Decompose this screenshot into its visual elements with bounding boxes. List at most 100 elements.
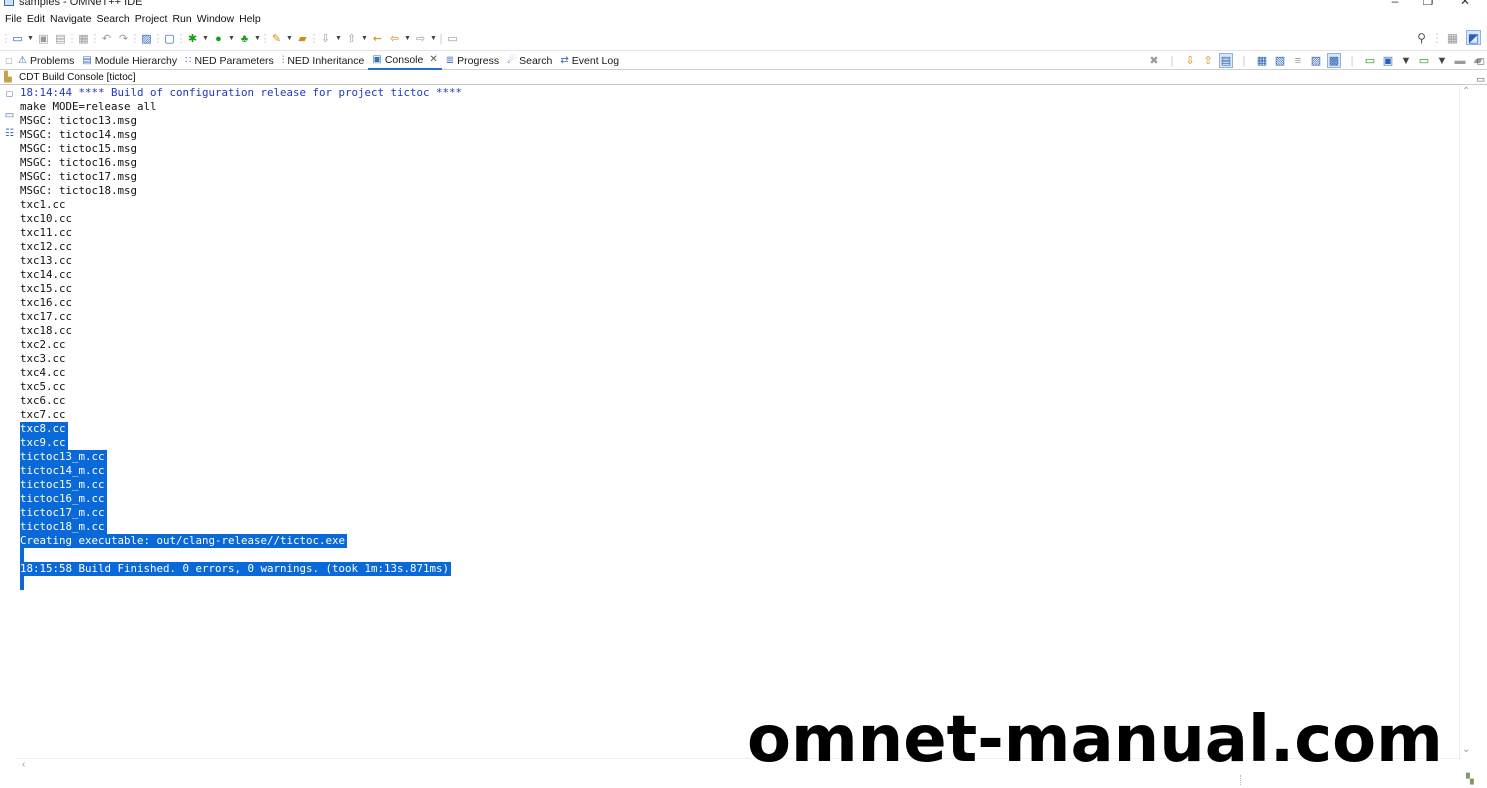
menu-navigate[interactable]: Navigate [50, 11, 96, 27]
restore-icon[interactable]: ▢ [1473, 54, 1487, 69]
previous-annotation-icon[interactable]: ⇧ [344, 31, 359, 46]
external-tools-icon[interactable]: ✎ [269, 31, 284, 46]
separator-icon: | [439, 32, 443, 45]
run-dropdown-icon[interactable]: ▼ [228, 31, 235, 46]
minimize-view-icon[interactable]: ▬ [1453, 53, 1467, 68]
back-icon[interactable]: ⇦ [387, 31, 402, 46]
tab-ned-parameters[interactable]: ∷ NED Parameters [181, 52, 278, 70]
copy-console-icon[interactable]: ▦ [1255, 53, 1269, 68]
ned-parameters-icon: ∷ [185, 55, 192, 66]
ned-inheritance-icon: ⫶ [281, 55, 285, 66]
next-annotation-dropdown-icon[interactable]: ▼ [335, 31, 342, 46]
console-line: txc13.cc [17, 254, 1456, 268]
scroll-down-icon[interactable]: ⌄ [1462, 744, 1470, 755]
menu-window[interactable]: Window [197, 11, 239, 27]
maximize-button[interactable]: ❐ [1418, 0, 1438, 8]
word-wrap-icon[interactable]: ▧ [1273, 53, 1287, 68]
menu-help[interactable]: Help [239, 11, 266, 27]
console-line: txc1.cc [17, 198, 1456, 212]
tab-problems[interactable]: ⚠ Problems [14, 52, 78, 70]
console-line-text: txc7.cc [20, 408, 66, 421]
display-console-icon[interactable]: ▩ [1327, 53, 1341, 68]
forward-icon[interactable]: ⇨ [413, 31, 428, 46]
separator-icon: ⋮ [308, 33, 320, 45]
close-window-button[interactable]: ✕ [1455, 0, 1475, 8]
console-line: tictoc13_m.cc [17, 450, 1456, 464]
progress-icon: ≣ [445, 55, 455, 66]
tab-ned-inheritance[interactable]: ⫶ NED Inheritance [278, 52, 369, 70]
tab-label: Problems [29, 54, 75, 67]
restore-icon[interactable]: ▢ [2, 86, 17, 101]
pin-console-icon[interactable]: ▨ [1309, 53, 1323, 68]
back-dropdown-icon[interactable]: ▼ [404, 31, 411, 46]
debug-icon[interactable]: ✱ [185, 31, 200, 46]
scroll-left-icon[interactable]: ‹ [22, 759, 25, 770]
console-line-text: 18:15:58 Build Finished. 0 errors, 0 war… [20, 562, 452, 576]
menu-run[interactable]: Run [172, 11, 196, 27]
new-console-dropdown-icon[interactable]: ▼ [1435, 53, 1449, 68]
next-error-icon[interactable]: ⇩ [1183, 53, 1197, 68]
separator-icon: | [1242, 54, 1246, 67]
scroll-up-icon[interactable]: ⌃ [1462, 86, 1470, 97]
omnet-perspective-icon[interactable]: ◩ [1466, 30, 1481, 45]
display-console-dropdown-icon[interactable]: ▼ [1399, 53, 1413, 68]
scroll-lock-icon[interactable]: ▤ [1219, 53, 1233, 68]
console-line-text: MSGC: tictoc16.msg [20, 156, 138, 169]
undo-icon[interactable]: ↶ [99, 31, 114, 46]
search-icon: ☄ [507, 55, 517, 66]
separator-icon: | [1170, 54, 1174, 67]
external-tools-dropdown-icon[interactable]: ▼ [286, 31, 293, 46]
menu-edit[interactable]: Edit [27, 11, 50, 27]
menu-file[interactable]: File [5, 11, 27, 27]
tab-search[interactable]: ☄ Search [503, 52, 556, 70]
menu-search[interactable]: Search [96, 11, 134, 27]
tab-module-hierarchy[interactable]: ▤ Module Hierarchy [78, 52, 181, 70]
show-console-on-output-icon[interactable]: ≡ [1291, 53, 1305, 68]
console-line: MSGC: tictoc17.msg [17, 170, 1456, 184]
tab-console[interactable]: ▣ Console ✕ [368, 51, 442, 70]
forward-dropdown-icon[interactable]: ▼ [430, 31, 437, 46]
restore-icon[interactable]: ▢ [4, 53, 14, 68]
clear-console-icon[interactable]: ✖ [1147, 53, 1161, 68]
previous-error-icon[interactable]: ⇧ [1201, 53, 1215, 68]
console-line-text: txc3.cc [20, 352, 66, 365]
console-output[interactable]: 18:14:44 **** Build of configuration rel… [17, 86, 1456, 758]
tab-label: NED Inheritance [287, 54, 365, 67]
pin-editor-icon[interactable]: ▭ [445, 31, 460, 46]
debug-dropdown-icon[interactable]: ▼ [202, 31, 209, 46]
run-icon[interactable]: ● [211, 31, 226, 46]
console-line [17, 576, 1456, 590]
open-perspective-icon[interactable]: ▦ [1445, 30, 1460, 45]
console-line: txc8.cc [17, 422, 1456, 436]
vertical-scrollbar[interactable]: ⌃ ⌄ [1459, 86, 1473, 760]
console-line-text: txc6.cc [20, 394, 66, 407]
console-line-text: MSGC: tictoc17.msg [20, 170, 138, 183]
minimize-button[interactable]: – [1385, 0, 1405, 8]
console-line: 18:14:44 **** Build of configuration rel… [17, 86, 1456, 100]
menu-project[interactable]: Project [135, 11, 173, 27]
close-tab-icon[interactable]: ✕ [429, 54, 437, 65]
previous-annotation-dropdown-icon[interactable]: ▼ [361, 31, 368, 46]
tab-event-log[interactable]: ⇄ Event Log [556, 52, 623, 70]
console-line-text: MSGC: tictoc13.msg [20, 114, 138, 127]
event-log-icon: ⇄ [560, 55, 569, 66]
new-icon[interactable]: ▭ [10, 31, 25, 46]
console-line-text: txc8.cc [20, 422, 68, 436]
last-edit-icon[interactable]: ⇜ [370, 31, 385, 46]
outline-icon[interactable]: ☷ [2, 126, 17, 141]
console-line-text: txc18.cc [20, 324, 73, 337]
project-explorer-icon[interactable]: ▭ [2, 108, 17, 123]
open-console-icon[interactable]: ▭ [1363, 53, 1377, 68]
console-line-text: Creating executable: out/clang-release//… [20, 534, 348, 548]
profile-icon[interactable]: ♣ [237, 31, 252, 46]
display-selected-console-icon[interactable]: ▣ [1381, 53, 1395, 68]
console-line: txc3.cc [17, 352, 1456, 366]
new-console-icon[interactable]: ▭ [1417, 53, 1431, 68]
next-annotation-icon[interactable]: ⇩ [318, 31, 333, 46]
search-icon[interactable]: ⚲ [1414, 30, 1429, 45]
console-icon: ▣ [372, 54, 382, 65]
tab-progress[interactable]: ≣ Progress [442, 52, 503, 70]
properties-icon[interactable]: ▭ [1473, 72, 1487, 87]
new-dropdown-icon[interactable]: ▼ [27, 31, 34, 46]
save-icon[interactable]: ▣ [36, 31, 51, 46]
